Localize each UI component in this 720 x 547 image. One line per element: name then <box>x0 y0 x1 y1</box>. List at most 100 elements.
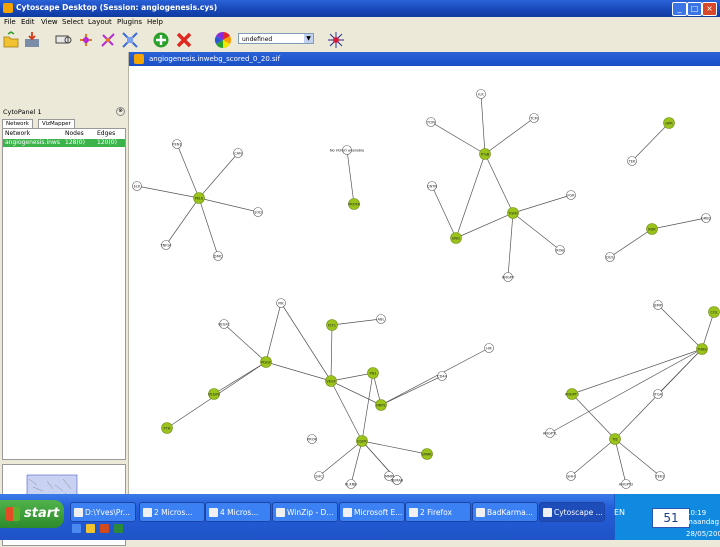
graph-node[interactable]: ITGB <box>479 148 491 160</box>
graph-edge[interactable] <box>198 152 239 199</box>
graph-edge[interactable] <box>455 212 514 239</box>
graph-node[interactable]: TNFSF <box>159 240 172 250</box>
graph-node[interactable]: FLT1 <box>326 319 338 331</box>
expand-network-icon[interactable] <box>121 31 139 49</box>
graph-node[interactable]: PELK <box>193 192 205 204</box>
graph-edge[interactable] <box>430 121 486 155</box>
graph-edge[interactable] <box>480 93 486 155</box>
graph-node[interactable]: ANGPT2 <box>619 479 634 489</box>
graph-node[interactable]: PLXND <box>345 479 357 489</box>
graph-node[interactable]: TCM <box>529 113 539 123</box>
graph-node[interactable]: SOD <box>253 207 263 217</box>
graph-node[interactable]: CNTN <box>427 181 437 191</box>
chevron-down-icon[interactable]: ▼ <box>304 34 313 43</box>
graph-node[interactable]: TEK <box>627 156 637 166</box>
graph-edge[interactable] <box>484 153 514 214</box>
graph-edge[interactable] <box>614 438 627 485</box>
language-indicator[interactable]: EN <box>614 508 625 517</box>
graph-node[interactable]: CD44 <box>437 371 448 381</box>
graph-edge[interactable] <box>609 228 653 258</box>
graph-edge[interactable] <box>330 372 374 382</box>
graph-node[interactable]: VEGFB <box>208 388 221 400</box>
add-icon[interactable] <box>152 31 170 49</box>
menu-edit[interactable]: Edit <box>21 18 35 26</box>
quicklaunch-excel-icon[interactable] <box>114 524 123 533</box>
graph-node[interactable]: FN1 <box>367 367 379 379</box>
vizmapper-color-wheel-icon[interactable] <box>214 31 232 49</box>
graph-node[interactable]: PROTA <box>348 198 360 210</box>
taskbar-item[interactable]: WinZip - D... <box>272 502 338 522</box>
zoom-fit-icon[interactable] <box>99 31 117 49</box>
taskbar-item[interactable]: D:\Yves\Pr... <box>70 502 136 522</box>
quicklaunch-folder-icon[interactable] <box>86 524 95 533</box>
taskbar-item[interactable]: Microsoft E... <box>339 502 405 522</box>
start-button[interactable]: start <box>0 500 64 528</box>
graph-node[interactable]: DMC <box>213 251 223 261</box>
graph-edge[interactable] <box>701 311 715 350</box>
zoom-in-icon[interactable] <box>55 31 73 49</box>
network-view[interactable]: angiogenesis.inwebg_scored_0_20.sif PEN1… <box>129 52 720 494</box>
graph-edge[interactable] <box>571 348 703 395</box>
graph-node[interactable]: TCIN <box>426 117 436 127</box>
graph-edge[interactable] <box>484 117 535 155</box>
quicklaunch-powerpoint-icon[interactable] <box>100 524 109 533</box>
graph-node[interactable]: HIF <box>484 343 494 353</box>
column-header-nodes[interactable]: Nodes <box>65 129 84 138</box>
menu-file[interactable]: File <box>4 18 16 26</box>
open-folder-icon[interactable] <box>2 31 20 49</box>
graph-edge[interactable] <box>265 361 332 382</box>
graph-edge[interactable] <box>380 375 443 406</box>
graph-node[interactable]: NRP2 <box>375 399 387 411</box>
graph-edge[interactable] <box>512 212 561 251</box>
graph-edge[interactable] <box>165 197 200 246</box>
close-panel-icon[interactable]: ⊗ <box>116 107 125 116</box>
graph-node[interactable]: DUS <box>605 252 615 262</box>
graph-node[interactable]: GRB2 <box>701 213 711 223</box>
column-header-network[interactable]: Network <box>5 129 30 138</box>
graph-node[interactable]: ANGPT <box>502 272 515 282</box>
taskbar-item[interactable]: BadKarma... <box>472 502 538 522</box>
network-layout-icon[interactable] <box>327 31 345 49</box>
graph-node[interactable]: FTH <box>161 422 173 434</box>
column-header-edges[interactable]: Edges <box>97 129 115 138</box>
graph-node[interactable]: VEGF <box>325 375 337 387</box>
network-row[interactable]: angiogenesis.inws 128(0) 120(0) <box>3 139 125 147</box>
graph-node[interactable]: PROK <box>307 434 318 444</box>
graph-edge[interactable] <box>330 380 363 442</box>
menu-view[interactable]: View <box>41 18 58 26</box>
menu-layout[interactable]: Layout <box>88 18 112 26</box>
graph-node[interactable]: CAN <box>233 148 243 158</box>
menu-plugins[interactable]: Plugins <box>117 18 142 26</box>
graph-node[interactable]: TGFB <box>507 207 519 219</box>
maximize-button[interactable]: □ <box>687 2 702 16</box>
zoom-selected-icon[interactable] <box>77 31 95 49</box>
close-button[interactable]: × <box>702 2 717 16</box>
delete-icon[interactable] <box>175 31 193 49</box>
graph-edge[interactable] <box>512 194 572 214</box>
graph-node[interactable]: SHC <box>314 471 324 481</box>
graph-node[interactable]: ENG <box>450 232 462 244</box>
graph-node[interactable]: COL <box>708 306 720 318</box>
graph-edge[interactable] <box>350 440 363 485</box>
graph-node[interactable]: No HUGO available <box>330 145 365 155</box>
graph-edge[interactable] <box>136 185 200 199</box>
graph-node[interactable]: ILK <box>476 89 486 99</box>
graph-edge[interactable] <box>346 149 355 205</box>
graph-edge[interactable] <box>570 438 616 477</box>
minimize-button[interactable]: _ <box>672 2 687 16</box>
graph-node[interactable]: SPARC <box>421 448 433 460</box>
graph-node[interactable]: ELK <box>132 181 142 191</box>
graph-node[interactable]: BMP <box>653 300 663 310</box>
graph-edge[interactable] <box>455 153 486 239</box>
graph-edge[interactable] <box>198 197 259 213</box>
graph-node[interactable]: SHH <box>566 471 576 481</box>
graph-edge[interactable] <box>431 185 457 239</box>
graph-node[interactable]: ITGA <box>653 389 663 399</box>
quicklaunch-ie-icon[interactable] <box>72 524 81 533</box>
network-graph[interactable]: PEN1 CAN ELK PELK SOD TNFSF DMC No HUGO availab… <box>129 66 720 494</box>
graph-node[interactable]: PDGF <box>260 356 272 368</box>
graph-edge[interactable] <box>614 438 661 477</box>
graph-edge[interactable] <box>331 318 382 326</box>
graph-edge[interactable] <box>330 324 333 382</box>
graph-edge[interactable] <box>280 302 332 382</box>
